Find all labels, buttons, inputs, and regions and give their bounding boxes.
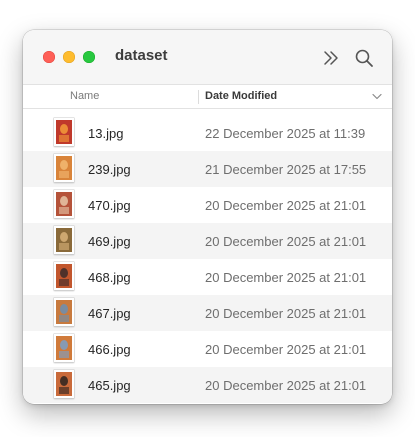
file-name: 468.jpg [88, 270, 131, 285]
file-row[interactable]: 470.jpg 20 December 2025 at 21:01 [23, 187, 392, 223]
file-date-modified: 20 December 2025 at 21:01 [205, 306, 367, 321]
file-row[interactable]: 467.jpg 20 December 2025 at 21:01 [23, 295, 392, 331]
file-name: 469.jpg [88, 234, 131, 249]
file-row[interactable]: 13.jpg 22 December 2025 at 11:39 [23, 115, 392, 151]
date-modified-column-header[interactable]: Date Modified [205, 90, 277, 102]
file-date-modified: 20 December 2025 at 21:01 [205, 270, 367, 285]
close-window-button[interactable] [43, 51, 55, 63]
file-name: 466.jpg [88, 342, 131, 357]
finder-window: dataset Name Date Modified 13.jpg 22 Dece… [23, 30, 392, 404]
file-name: 465.jpg [88, 378, 131, 393]
file-row[interactable]: 465.jpg 20 December 2025 at 21:01 [23, 367, 392, 403]
file-name: 470.jpg [88, 198, 131, 213]
more-toolbar-button[interactable] [320, 47, 342, 69]
search-button[interactable] [353, 47, 375, 69]
image-thumbnail-icon [54, 334, 74, 362]
chevron-down-icon[interactable] [372, 93, 382, 100]
file-name: 467.jpg [88, 306, 131, 321]
window-title: dataset [115, 47, 168, 64]
image-thumbnail-icon [54, 226, 74, 254]
image-thumbnail-icon [54, 298, 74, 326]
file-date-modified: 20 December 2025 at 21:01 [205, 342, 367, 357]
image-thumbnail-icon [54, 154, 74, 182]
name-column-header[interactable]: Name [70, 90, 99, 102]
image-thumbnail-icon [54, 190, 74, 218]
minimize-window-button[interactable] [63, 51, 75, 63]
image-thumbnail-icon [54, 118, 74, 146]
file-row[interactable]: 466.jpg 20 December 2025 at 21:01 [23, 331, 392, 367]
file-row[interactable]: 468.jpg 20 December 2025 at 21:01 [23, 259, 392, 295]
file-date-modified: 20 December 2025 at 21:01 [205, 234, 367, 249]
search-icon [355, 49, 373, 67]
title-bar: dataset [23, 30, 392, 84]
file-date-modified: 22 December 2025 at 11:39 [205, 126, 366, 141]
file-list: 13.jpg 22 December 2025 at 11:39 239.jpg 21… [23, 115, 392, 403]
zoom-window-button[interactable] [83, 51, 95, 63]
column-divider[interactable] [198, 90, 199, 104]
file-date-modified: 20 December 2025 at 21:01 [205, 198, 367, 213]
file-name: 13.jpg [88, 126, 124, 141]
file-row[interactable]: 469.jpg 20 December 2025 at 21:01 [23, 223, 392, 259]
column-header: Name Date Modified [23, 84, 392, 109]
file-name: 239.jpg [88, 162, 131, 177]
file-date-modified: 20 December 2025 at 21:01 [205, 378, 367, 393]
chevron-double-right-icon [324, 51, 338, 65]
image-thumbnail-icon [54, 370, 74, 398]
file-row[interactable]: 239.jpg 21 December 2025 at 17:55 [23, 151, 392, 187]
file-date-modified: 21 December 2025 at 17:55 [205, 162, 367, 177]
image-thumbnail-icon [54, 262, 74, 290]
